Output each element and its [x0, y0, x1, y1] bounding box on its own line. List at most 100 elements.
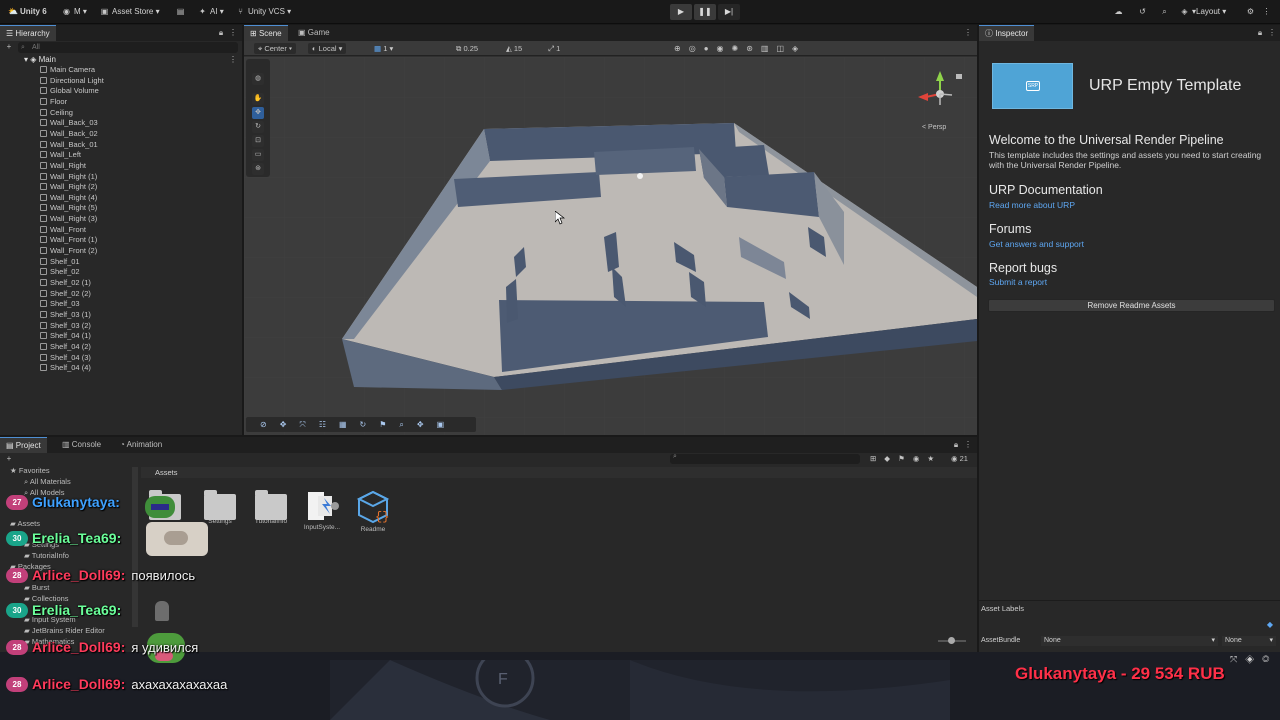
hierarchy-item[interactable]: Wall_Right (3): [40, 214, 97, 224]
hierarchy-search-input[interactable]: ⌕ All: [18, 42, 238, 53]
hierarchy-item[interactable]: Wall_Front (1): [40, 235, 97, 245]
pan-icon[interactable]: ✥: [417, 420, 437, 429]
hierarchy-item[interactable]: Shelf_04 (3): [40, 353, 91, 363]
play-button[interactable]: ▶: [670, 4, 692, 20]
hierarchy-item[interactable]: Shelf_04 (2): [40, 342, 91, 352]
pause-button[interactable]: ❚❚: [694, 4, 716, 20]
cloud-button[interactable]: ☁: [1114, 5, 1126, 19]
tab-game[interactable]: ▣ Game: [292, 25, 336, 41]
favorite-icon[interactable]: ★: [927, 454, 942, 463]
hierarchy-item[interactable]: Shelf_03 (1): [40, 310, 91, 320]
tab-project[interactable]: ▤ Project: [0, 437, 47, 453]
asset-store-menu[interactable]: ▣ Asset Store ▾: [100, 5, 160, 19]
pivot-toggle[interactable]: ⌖ Center ▾: [254, 43, 297, 54]
scene-viewport[interactable]: [244, 57, 977, 435]
hierarchy-item[interactable]: Wall_Right: [40, 161, 86, 171]
grid-snap-icon[interactable]: ▦: [339, 420, 360, 429]
hierarchy-item[interactable]: Wall_Front (2): [40, 246, 97, 256]
hierarchy-item[interactable]: Shelf_01: [40, 257, 80, 267]
filter-tag-icon[interactable]: ⚑: [898, 454, 913, 463]
hierarchy-item[interactable]: Shelf_04 (1): [40, 331, 91, 341]
close-icon[interactable]: ▣: [437, 420, 458, 429]
hand-tool[interactable]: ✋: [252, 93, 264, 105]
history-button[interactable]: ↺: [1138, 5, 1150, 19]
scale-handle-icon[interactable]: ⤧: [299, 420, 318, 429]
slider-handle[interactable]: [948, 637, 955, 644]
align-icon[interactable]: ☷: [319, 420, 339, 429]
filter-label-icon[interactable]: ◆: [884, 454, 898, 463]
asset-bundle-select[interactable]: None ▾: [1041, 636, 1218, 646]
hierarchy-item[interactable]: Wall_Back_02: [40, 129, 98, 139]
transform-tool[interactable]: ⊛: [252, 163, 264, 175]
breadcrumb[interactable]: Assets: [155, 468, 178, 477]
project-search-input[interactable]: ⌕: [670, 453, 860, 464]
project-tree-item[interactable]: ★ Favorites: [10, 466, 50, 476]
view-tool[interactable]: ◍: [252, 73, 264, 85]
tab-inspector[interactable]: ⓘ Inspector: [979, 25, 1035, 41]
space-toggle[interactable]: ◐ Local ▾: [308, 43, 347, 54]
asset-item[interactable]: TutorialInfo: [246, 490, 296, 525]
hierarchy-item[interactable]: Shelf_02 (1): [40, 278, 91, 288]
project-tree-item[interactable]: ⌕ All Materials: [24, 477, 71, 487]
asset-item[interactable]: {} Readme: [348, 490, 398, 533]
paint-icon[interactable]: ⚑: [379, 420, 399, 429]
tab-scene[interactable]: ⊞ Scene: [244, 25, 288, 41]
move-tool[interactable]: ✥: [252, 107, 264, 119]
scene-root[interactable]: ▾ ◈ Main: [24, 54, 56, 65]
hierarchy-item[interactable]: Floor: [40, 97, 67, 107]
hierarchy-item[interactable]: Shelf_02: [40, 267, 80, 277]
hierarchy-item[interactable]: Wall_Back_03: [40, 118, 98, 128]
hierarchy-item[interactable]: Wall_Right (4): [40, 193, 97, 203]
rotate-snap[interactable]: ◭ 15: [506, 43, 522, 54]
settings-button[interactable]: ⚙: [1246, 5, 1258, 19]
splitter[interactable]: [132, 467, 138, 627]
scale-snap[interactable]: ⤢ 1: [548, 43, 560, 54]
hierarchy-item[interactable]: Wall_Right (2): [40, 182, 97, 192]
ai-menu[interactable]: ✦ AI ▾: [198, 5, 224, 19]
hierarchy-item[interactable]: Wall_Front: [40, 225, 86, 235]
asset-item[interactable]: InputSyste...: [297, 490, 347, 531]
move-handle-icon[interactable]: ✥: [280, 420, 300, 429]
grid-toggle[interactable]: ▦ 1 ▾: [374, 43, 393, 54]
lock-icon[interactable]: 🔒︎: [216, 28, 226, 38]
kebab-icon[interactable]: ⋮: [963, 28, 973, 38]
hierarchy-item[interactable]: Wall_Right (1): [40, 172, 97, 182]
filter-type-icon[interactable]: ⊞: [870, 454, 884, 463]
rect-tool[interactable]: ▭: [252, 149, 264, 161]
packages-button[interactable]: ▤: [176, 5, 188, 19]
label-tag-icon[interactable]: ◆: [1265, 620, 1275, 630]
hierarchy-item[interactable]: Shelf_02 (2): [40, 289, 91, 299]
user-menu[interactable]: ◉ M ▾: [62, 5, 87, 19]
project-tree-item[interactable]: ▰ TutorialInfo: [24, 551, 69, 561]
hierarchy-item[interactable]: Shelf_03 (2): [40, 321, 91, 331]
more-menu[interactable]: ⋮: [1262, 5, 1274, 19]
add-icon[interactable]: +: [4, 42, 14, 52]
zoom-slider[interactable]: [938, 637, 966, 644]
bugs-link[interactable]: Submit a report: [989, 277, 1047, 287]
hierarchy-item[interactable]: Directional Light: [40, 76, 104, 86]
tab-console[interactable]: ▥ Console: [56, 437, 107, 453]
orbit-icon[interactable]: ⊘: [260, 420, 280, 429]
kebab-icon[interactable]: ⋮: [228, 28, 238, 38]
layers-button[interactable]: ◈ ▾: [1180, 5, 1196, 19]
zoom-icon[interactable]: ⌕: [399, 420, 416, 429]
hierarchy-item[interactable]: Main Camera: [40, 65, 95, 75]
step-button[interactable]: ▶|: [718, 4, 740, 20]
status-icon[interactable]: ◎: [1262, 654, 1277, 664]
hierarchy-item[interactable]: Wall_Right (5): [40, 203, 97, 213]
rotate-handle-icon[interactable]: ↻: [360, 420, 380, 429]
vcs-menu[interactable]: ⑂ Unity VCS ▾: [236, 5, 291, 19]
filter-log-icon[interactable]: ◉: [913, 454, 928, 463]
hierarchy-item[interactable]: Shelf_03: [40, 299, 80, 309]
lock-icon[interactable]: 🔒︎: [1255, 28, 1265, 38]
layers-icon[interactable]: ◈: [1245, 654, 1262, 664]
project-tree-item[interactable]: ▰ JetBrains Rider Editor: [24, 626, 105, 636]
lock-icon[interactable]: 🔒︎: [951, 440, 961, 450]
hierarchy-item[interactable]: Wall_Back_01: [40, 140, 98, 150]
view-options[interactable]: ⊕◎●◉✺⊛▥◫◈: [674, 43, 806, 54]
tab-animation[interactable]: ◔ Animation: [114, 437, 168, 453]
forums-link[interactable]: Get answers and support: [989, 239, 1084, 249]
hierarchy-item[interactable]: Wall_Left: [40, 150, 81, 160]
scale-tool[interactable]: ⊡: [252, 135, 264, 147]
rotate-tool[interactable]: ↻: [252, 121, 264, 133]
